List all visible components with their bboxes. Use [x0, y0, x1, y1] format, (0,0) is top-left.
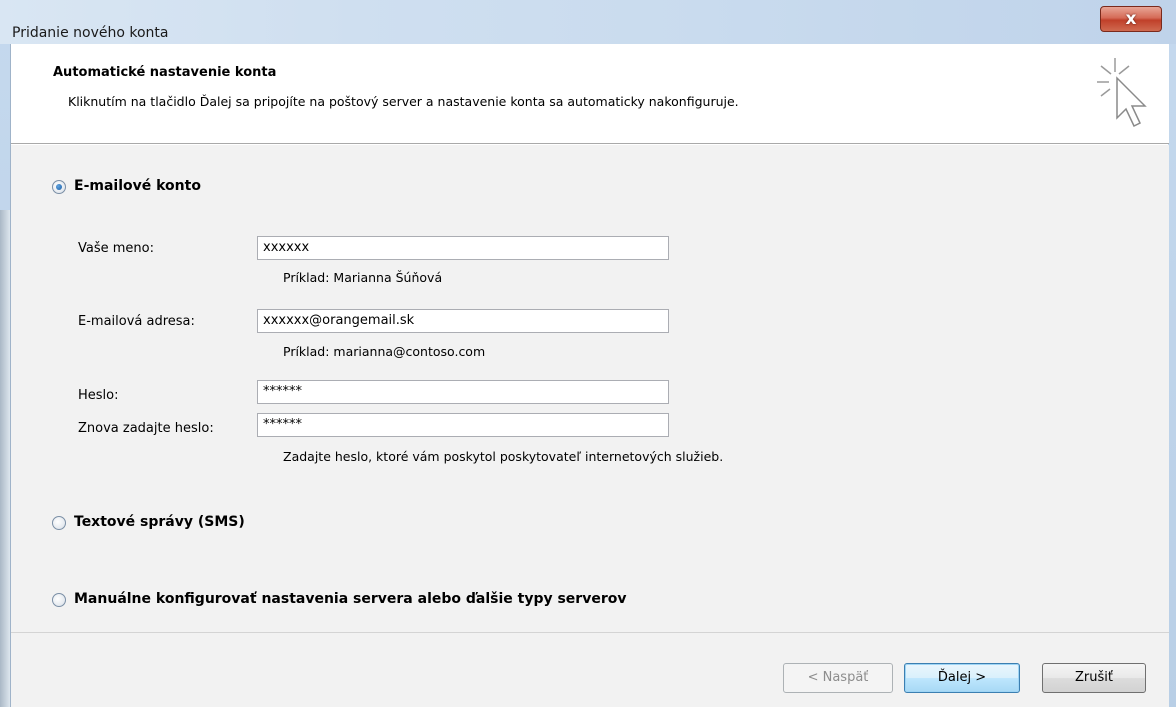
email-hint: Príklad: marianna@contoso.com — [283, 344, 486, 359]
cancel-button[interactable]: Zrušiť — [1042, 663, 1146, 693]
title-bar: Pridanie nového konta x — [0, 0, 1176, 44]
back-button[interactable]: < Naspäť — [783, 663, 893, 693]
password-label: Heslo: — [78, 388, 119, 403]
add-account-dialog: Pridanie nového konta x Automatické nast… — [0, 0, 1176, 707]
password-repeat-input[interactable]: ****** — [257, 413, 669, 437]
password-hint: Zadajte heslo, ktoré vám poskytol poskyt… — [283, 449, 724, 464]
dialog-header: Automatické nastavenie konta Kliknutím n… — [11, 44, 1169, 144]
header-description: Kliknutím na tlačidlo Ďalej sa pripojíte… — [68, 94, 739, 109]
cursor-sparkle-icon — [1097, 58, 1147, 128]
email-account-label[interactable]: E-mailové konto — [74, 178, 201, 194]
close-icon: x — [1125, 9, 1137, 29]
name-hint: Príklad: Marianna Šúňová — [283, 270, 443, 285]
name-input[interactable]: xxxxxx — [257, 236, 669, 260]
dialog-body: E-mailové konto Vaše meno: xxxxxx Príkla… — [11, 145, 1169, 632]
manual-config-radio[interactable] — [52, 593, 66, 607]
window-title: Pridanie nového konta — [12, 25, 169, 41]
name-label: Vaše meno: — [78, 241, 154, 256]
dialog-footer: < Naspäť Ďalej > Zrušiť — [11, 632, 1169, 707]
next-button[interactable]: Ďalej > — [904, 663, 1020, 693]
window-left-edge — [0, 210, 10, 707]
dialog-client-area: Automatické nastavenie konta Kliknutím n… — [10, 44, 1169, 707]
sms-label[interactable]: Textové správy (SMS) — [74, 514, 245, 530]
manual-config-label[interactable]: Manuálne konfigurovať nastavenia servera… — [74, 591, 626, 607]
password-repeat-label: Znova zadajte heslo: — [78, 421, 214, 436]
header-title: Automatické nastavenie konta — [53, 65, 277, 80]
email-account-radio[interactable] — [52, 180, 66, 194]
email-label: E-mailová adresa: — [78, 314, 195, 329]
sms-radio[interactable] — [52, 516, 66, 530]
password-input[interactable]: ****** — [257, 380, 669, 404]
close-button[interactable]: x — [1100, 6, 1162, 32]
email-input[interactable]: xxxxxx@orangemail.sk — [257, 309, 669, 333]
